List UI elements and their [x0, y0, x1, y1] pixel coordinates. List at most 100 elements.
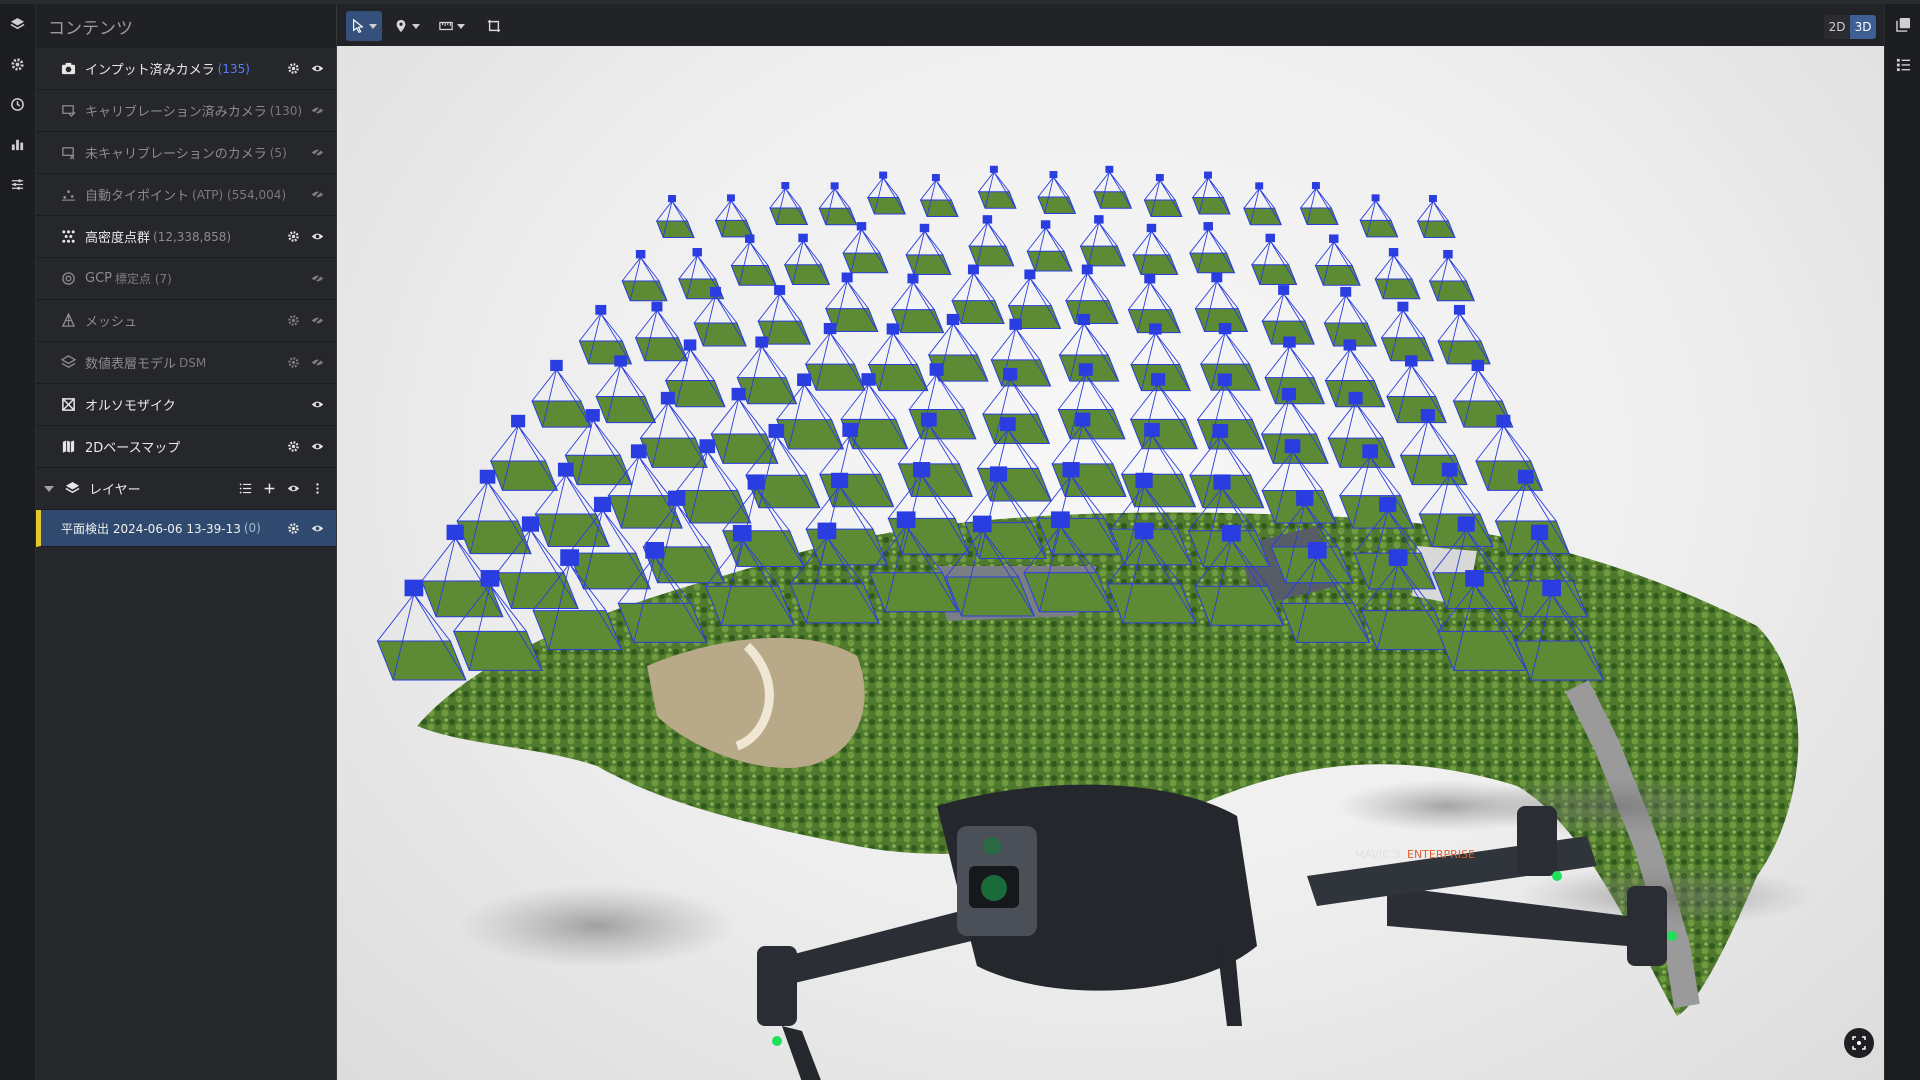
camera-body[interactable] — [1024, 269, 1036, 280]
camera-body[interactable] — [1420, 409, 1435, 422]
camera-body[interactable] — [1212, 423, 1229, 438]
camera-body[interactable] — [479, 469, 496, 484]
camera-body[interactable] — [879, 171, 888, 179]
camera-body[interactable] — [1203, 222, 1213, 231]
camera-body[interactable] — [1077, 313, 1091, 326]
dense-point-cloud-row[interactable]: 高密度点群 (12,338,858) — [36, 216, 336, 258]
camera-body[interactable] — [446, 524, 464, 540]
camera-body[interactable] — [511, 414, 526, 428]
camera-body[interactable] — [1404, 355, 1418, 367]
camera-body[interactable] — [1471, 359, 1485, 372]
camera-body[interactable] — [1255, 182, 1264, 190]
camera-body[interactable] — [630, 444, 647, 459]
input-cameras-row[interactable]: インプット済みカメラ (135) — [36, 48, 336, 90]
camera-body[interactable] — [732, 524, 752, 542]
camera-body[interactable] — [929, 363, 944, 376]
plane-detection-layer-row[interactable]: 平面検出 2024-06-06 13-39-13 (0) — [36, 510, 336, 547]
camera-body[interactable] — [1150, 373, 1166, 386]
mode-3d-button[interactable]: 3D — [1850, 15, 1876, 39]
rail-layers-button[interactable] — [0, 4, 35, 44]
camera-body[interactable] — [557, 462, 574, 477]
camera-body[interactable] — [668, 195, 676, 203]
camera-body[interactable] — [1496, 414, 1511, 428]
camera-body[interactable] — [1530, 524, 1549, 540]
camera-body[interactable] — [913, 462, 931, 478]
camera-body[interactable] — [946, 313, 960, 326]
camera-body[interactable] — [480, 570, 500, 587]
camera-body[interactable] — [841, 272, 853, 283]
eye-off-icon[interactable] — [310, 104, 324, 118]
camera-body[interactable] — [1134, 522, 1154, 540]
camera-body[interactable] — [744, 234, 755, 243]
eye-off-icon[interactable] — [310, 146, 324, 160]
camera-body[interactable] — [781, 182, 790, 190]
camera-body[interactable] — [660, 391, 675, 405]
camera-body[interactable] — [1443, 249, 1453, 259]
camera-body[interactable] — [635, 249, 646, 259]
camera-body[interactable] — [1307, 541, 1327, 559]
camera-body[interactable] — [1105, 165, 1114, 173]
camera-body[interactable] — [710, 286, 722, 297]
gear-icon[interactable] — [286, 440, 300, 454]
eye-icon[interactable] — [310, 62, 324, 76]
camera-body[interactable] — [1348, 391, 1363, 405]
camera-body[interactable] — [1362, 444, 1378, 459]
eye-off-icon[interactable] — [310, 272, 324, 286]
camera-body[interactable] — [595, 304, 607, 315]
camera-body[interactable] — [989, 466, 1008, 482]
camera-body[interactable] — [1217, 373, 1232, 387]
camera-body[interactable] — [1284, 439, 1301, 454]
camera-body[interactable] — [1283, 336, 1296, 348]
camera-body[interactable] — [747, 474, 765, 490]
camera-body[interactable] — [1094, 215, 1104, 224]
select-tool-button[interactable] — [346, 11, 382, 41]
gear-icon[interactable] — [286, 62, 300, 76]
camera-body[interactable] — [1149, 323, 1162, 335]
mode-2d-button[interactable]: 2D — [1824, 15, 1850, 39]
camera-body[interactable] — [1204, 171, 1212, 179]
camera-body[interactable] — [550, 359, 563, 372]
gallery-button[interactable] — [1885, 4, 1920, 44]
gear-icon[interactable] — [286, 314, 300, 328]
camera-body[interactable] — [1343, 339, 1357, 351]
chevron-down-icon[interactable] — [44, 485, 54, 492]
camera-body[interactable] — [1388, 248, 1399, 257]
camera-body[interactable] — [1081, 264, 1093, 275]
camera-body[interactable] — [645, 541, 665, 559]
camera-body[interactable] — [830, 472, 849, 489]
camera-body[interactable] — [1542, 579, 1561, 597]
rail-stats-button[interactable] — [0, 124, 35, 164]
camera-body[interactable] — [1371, 194, 1380, 202]
calibrated-cameras-row[interactable]: キャリブレーション済みカメラ (130) — [36, 90, 336, 132]
camera-body[interactable] — [798, 233, 808, 243]
camera-body[interactable] — [972, 515, 992, 533]
camera-body[interactable] — [1278, 285, 1290, 295]
camera-body[interactable] — [755, 336, 768, 348]
camera-body[interactable] — [907, 273, 919, 284]
camera-body[interactable] — [1388, 549, 1408, 566]
camera-body[interactable] — [1213, 474, 1231, 490]
camera-body[interactable] — [967, 264, 979, 275]
more-vertical-icon[interactable] — [310, 482, 324, 496]
camera-body[interactable] — [1379, 496, 1397, 513]
camera-body[interactable] — [1144, 273, 1156, 284]
camera-body[interactable] — [1340, 286, 1352, 297]
crop-tool-button[interactable] — [482, 11, 506, 41]
camera-body[interactable] — [1144, 422, 1160, 437]
camera-body[interactable] — [1040, 220, 1051, 229]
gear-icon[interactable] — [286, 230, 300, 244]
camera-body[interactable] — [593, 496, 612, 513]
rail-adjust-button[interactable] — [0, 164, 35, 204]
layers-group-row[interactable]: レイヤー — [36, 468, 336, 510]
camera-body[interactable] — [921, 412, 937, 427]
camera-body[interactable] — [1078, 363, 1093, 376]
eye-icon[interactable] — [310, 521, 324, 535]
camera-body[interactable] — [1146, 223, 1157, 233]
camera-body[interactable] — [797, 373, 812, 387]
camera-body[interactable] — [817, 522, 837, 540]
camera-body[interactable] — [1000, 417, 1016, 432]
camera-body[interactable] — [651, 301, 663, 312]
camera-body[interactable] — [886, 323, 900, 335]
eye-off-icon[interactable] — [310, 356, 324, 370]
orthomosaic-row[interactable]: オルソモザイク — [36, 384, 336, 426]
